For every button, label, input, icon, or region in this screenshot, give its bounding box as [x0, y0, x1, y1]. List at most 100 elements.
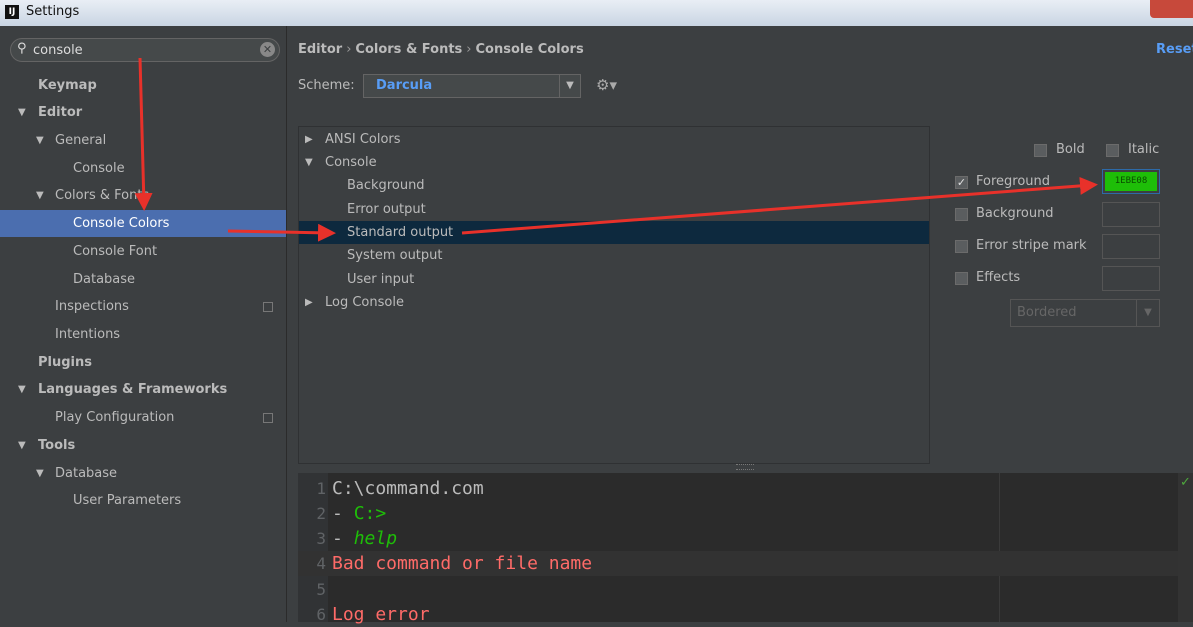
sidebar-item-database[interactable]: Database [0, 266, 286, 293]
preview-line-text: Bad command or file name [332, 553, 593, 574]
sidebar-item-colors-fonts[interactable]: ▼ Colors & Fonts [0, 182, 286, 209]
foreground-label: Foreground [976, 174, 1051, 189]
sidebar-item-languages-frameworks[interactable]: ▼ Languages & Frameworks [0, 376, 286, 403]
check-mark-icon: ✓ [1180, 475, 1191, 490]
preview-line: 6 Log error [298, 602, 1193, 627]
scheme-value: Darcula [376, 78, 433, 93]
gear-icon[interactable]: ⚙▾ [596, 76, 617, 94]
sidebar-item-intentions[interactable]: Intentions [0, 321, 286, 348]
sidebar-item-user-parameters[interactable]: User Parameters [0, 487, 286, 514]
option-system-output[interactable]: System output [299, 244, 929, 267]
line-number: 2 [316, 504, 326, 523]
expanded-arrow-icon[interactable]: ▼ [18, 376, 26, 403]
sidebar-item-label: Plugins [38, 355, 92, 370]
effects-label: Effects [976, 270, 1021, 285]
option-label: Standard output [347, 225, 454, 240]
option-error-output[interactable]: Error output [299, 198, 929, 221]
expanded-arrow-icon[interactable]: ▼ [36, 127, 44, 154]
settings-search-input[interactable] [33, 41, 253, 59]
sidebar-item-editor[interactable]: ▼ Editor [0, 99, 286, 126]
preview-scrollbar[interactable] [1178, 473, 1193, 622]
breadcrumb-editor: Editor [298, 42, 343, 57]
effects-color-swatch[interactable] [1102, 266, 1160, 291]
error-stripe-color-swatch[interactable] [1102, 234, 1160, 259]
sidebar-item-keymap[interactable]: Keymap [0, 72, 286, 99]
sidebar-item-plugins[interactable]: Plugins [0, 349, 286, 376]
breadcrumb: Editor › Colors & Fonts › Console Colors [298, 42, 584, 57]
option-console[interactable]: ▼ Console [299, 151, 929, 174]
option-label: User input [347, 272, 415, 287]
effect-type-dropdown[interactable]: Bordered ▼ [1010, 299, 1160, 327]
sidebar-item-label: Console [73, 161, 125, 176]
breadcrumb-separator: › [346, 42, 352, 57]
option-log-console[interactable]: ▶ Log Console [299, 291, 929, 314]
sidebar-item-console[interactable]: Console [0, 155, 286, 182]
option-ansi-colors[interactable]: ▶ ANSI Colors [299, 128, 929, 151]
sidebar-item-inspections[interactable]: Inspections [0, 293, 286, 320]
settings-search-box[interactable]: ⚲ ✕ [10, 38, 280, 62]
option-standard-output[interactable]: Standard output [299, 221, 929, 244]
sidebar-item-tools-database[interactable]: ▼ Database [0, 460, 286, 487]
collapsed-arrow-icon[interactable]: ▶ [305, 291, 313, 314]
expanded-arrow-icon[interactable]: ▼ [18, 99, 26, 126]
expanded-arrow-icon[interactable]: ▼ [18, 432, 26, 459]
sidebar-item-tools[interactable]: ▼ Tools [0, 432, 286, 459]
window-title: Settings [26, 4, 80, 19]
expanded-arrow-icon[interactable]: ▼ [36, 182, 44, 209]
error-stripe-checkbox[interactable] [955, 240, 968, 253]
collapsed-arrow-icon[interactable]: ▶ [305, 128, 313, 151]
scheme-label: Scheme: [298, 78, 355, 93]
sidebar-item-label: Editor [38, 105, 83, 120]
foreground-color-swatch[interactable]: 1EBE08 [1102, 169, 1160, 194]
bold-checkbox[interactable] [1034, 144, 1047, 157]
line-number: 6 [316, 605, 326, 624]
line-number: 5 [316, 580, 326, 599]
option-label: System output [347, 248, 443, 263]
reset-link[interactable]: Reset [1156, 42, 1193, 57]
clear-search-icon[interactable]: ✕ [260, 42, 275, 57]
background-checkbox[interactable] [955, 208, 968, 221]
line-number: 1 [316, 479, 326, 498]
preview-line: 4 Bad command or file name [298, 551, 1193, 576]
option-label: Console [325, 155, 377, 170]
sidebar-item-general[interactable]: ▼ General [0, 127, 286, 154]
chevron-down-icon[interactable]: ▼ [559, 75, 580, 97]
effect-type-value: Bordered [1017, 305, 1077, 320]
bold-label: Bold [1056, 142, 1085, 157]
sidebar-item-console-colors[interactable]: Console Colors [0, 210, 286, 237]
sidebar-item-console-font[interactable]: Console Font [0, 238, 286, 265]
sidebar-item-label: Inspections [55, 299, 129, 314]
line-number: 3 [316, 529, 326, 548]
option-background[interactable]: Background [299, 174, 929, 197]
effects-checkbox[interactable] [955, 272, 968, 285]
console-preview-editor[interactable]: 1 C:\command.com 2 - C:> 3 - help 4 Bad … [298, 473, 1193, 625]
foreground-checkbox[interactable]: ✓ [955, 176, 968, 189]
expanded-arrow-icon[interactable]: ▼ [305, 151, 313, 174]
sidebar-item-label: Console Colors [73, 216, 170, 231]
option-label: Background [347, 178, 425, 193]
splitter-handle[interactable] [736, 464, 754, 470]
sidebar-item-label: Database [55, 466, 118, 481]
error-stripe-label: Error stripe mark [976, 238, 1087, 253]
chevron-down-icon[interactable]: ▼ [1136, 300, 1159, 326]
background-color-swatch[interactable] [1102, 202, 1160, 227]
sidebar-item-label: Languages & Frameworks [38, 382, 228, 397]
sidebar-item-label: Keymap [38, 78, 97, 93]
italic-checkbox[interactable] [1106, 144, 1119, 157]
sidebar-item-label: Colors & Fonts [55, 188, 150, 203]
sidebar-item-label: User Parameters [73, 493, 182, 508]
window-close-button[interactable] [1150, 0, 1193, 18]
preview-line-text: C:\command.com [332, 478, 484, 499]
title-bar: IJ Settings [0, 0, 1193, 26]
expanded-arrow-icon[interactable]: ▼ [36, 460, 44, 487]
color-options-tree: ▶ ANSI Colors ▼ Console Background Error… [298, 126, 930, 464]
option-user-input[interactable]: User input [299, 268, 929, 291]
sidebar-item-play-configuration[interactable]: Play Configuration [0, 404, 286, 431]
preview-line: 5 [298, 577, 1193, 602]
line-number: 4 [316, 554, 326, 573]
scheme-dropdown[interactable]: Darcula ▼ [363, 74, 581, 98]
project-settings-icon [263, 302, 273, 312]
sidebar-item-label: Database [73, 272, 136, 287]
preview-line-text: - help [332, 528, 398, 549]
background-label: Background [976, 206, 1054, 221]
